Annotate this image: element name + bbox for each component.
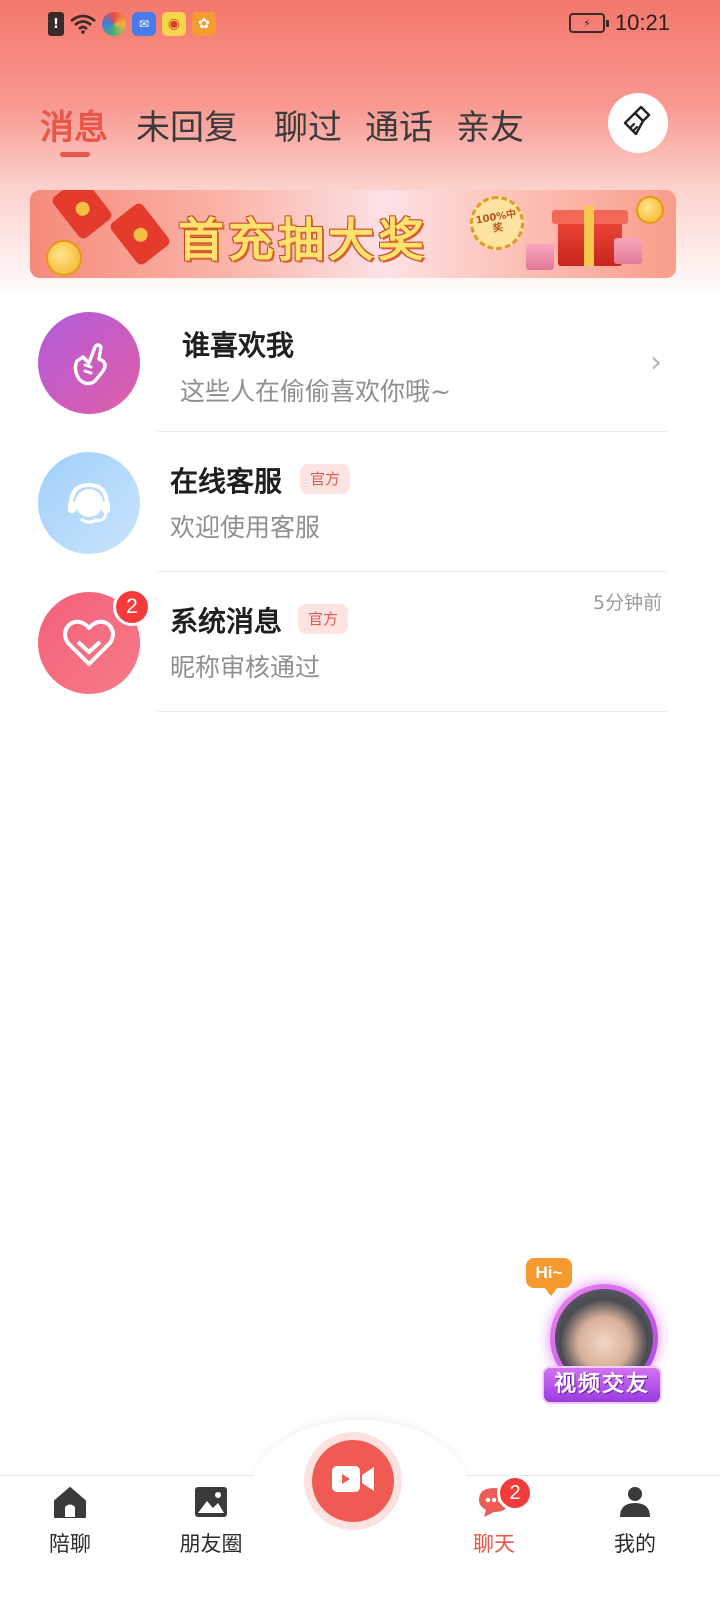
- nav-item-moments[interactable]: 朋友圈: [161, 1484, 261, 1574]
- clear-messages-button[interactable]: [608, 93, 668, 153]
- tab-calls[interactable]: 通话: [365, 100, 433, 149]
- nav-label: 朋友圈: [179, 1532, 243, 1556]
- tab-chatted[interactable]: 聊过: [274, 100, 342, 149]
- video-camera-icon: [330, 1463, 376, 1499]
- list-item-title: 在线客服: [170, 465, 283, 498]
- wifi-icon: [70, 12, 96, 36]
- tab-unreplied[interactable]: 未回复: [136, 100, 238, 149]
- app-icon: ✉: [132, 12, 156, 36]
- coin-icon: [46, 240, 82, 276]
- unread-count-badge: 2: [113, 588, 151, 626]
- official-badge: 官方: [298, 604, 349, 634]
- person-icon: [617, 1484, 653, 1520]
- app-icon: [102, 12, 126, 36]
- broom-icon: [621, 104, 655, 142]
- gift-stack-icon: [614, 238, 642, 264]
- gift-stack-icon: [526, 244, 554, 270]
- active-tab-indicator: [60, 152, 90, 157]
- video-dating-float[interactable]: Hi~ 视频交友: [526, 1258, 666, 1408]
- video-call-button[interactable]: [304, 1432, 402, 1530]
- banner-seal: 100%中奖: [465, 191, 529, 255]
- chevron-right-icon: ›: [650, 345, 662, 380]
- list-item-online-service[interactable]: 在线客服 官方 欢迎使用客服: [0, 432, 720, 572]
- hi-bubble: Hi~: [526, 1258, 572, 1296]
- list-item-title: 系统消息: [170, 605, 283, 638]
- banner-title: 首充抽大奖: [178, 213, 428, 267]
- message-time: 5分钟前: [593, 592, 663, 614]
- weibo-icon: ◉: [162, 12, 186, 36]
- status-bar: ! ✉ ◉ ✿ ⚡ 10:21: [0, 0, 720, 50]
- list-item-subtitle: 这些人在偷偷喜欢你哦~: [180, 377, 451, 406]
- red-envelope-icon: [50, 190, 114, 241]
- divider: [158, 711, 668, 712]
- list-item-title: 谁喜欢我: [182, 329, 295, 362]
- tab-messages[interactable]: 消息: [40, 100, 108, 149]
- list-item-who-likes-me[interactable]: 谁喜欢我 这些人在偷偷喜欢你哦~ ›: [0, 292, 720, 432]
- nav-item-companion[interactable]: 陪聊: [20, 1484, 120, 1574]
- battery-icon: ⚡: [568, 13, 609, 33]
- list-item-system-messages[interactable]: 2 系统消息 官方 5分钟前 昵称审核通过: [0, 572, 720, 712]
- chat-unread-badge: 2: [497, 1475, 533, 1511]
- nav-item-profile[interactable]: 我的: [585, 1484, 685, 1574]
- coin-icon: [636, 196, 664, 224]
- uc-icon: ✿: [192, 12, 216, 36]
- nav-label: 陪聊: [49, 1532, 91, 1556]
- headset-icon: [38, 452, 140, 554]
- home-icon: [52, 1484, 88, 1520]
- list-item-subtitle: 昵称审核通过: [170, 653, 321, 682]
- list-item-subtitle: 欢迎使用客服: [170, 513, 321, 542]
- alert-icon: !: [48, 12, 64, 36]
- tab-friends-family[interactable]: 亲友: [456, 100, 524, 149]
- clock: 10:21: [614, 10, 670, 35]
- official-badge: 官方: [300, 464, 351, 494]
- promo-label: 视频交友: [542, 1366, 662, 1404]
- nav-label: 我的: [614, 1532, 656, 1556]
- promo-banner[interactable]: 首充抽大奖 100%中奖: [30, 190, 676, 278]
- finger-heart-icon: [38, 312, 140, 414]
- nav-label: 聊天: [473, 1532, 515, 1556]
- red-envelope-icon: [108, 201, 172, 267]
- picture-icon: [193, 1484, 229, 1520]
